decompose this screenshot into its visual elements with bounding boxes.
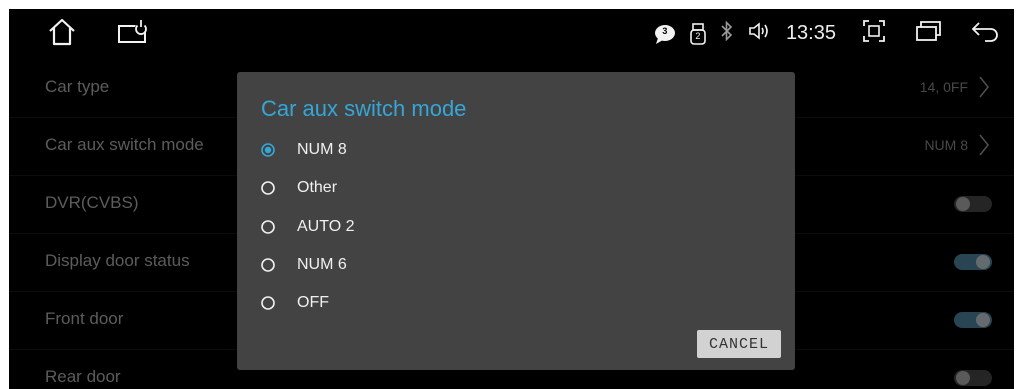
usb-icon: 2 — [690, 22, 706, 45]
volume-icon[interactable] — [748, 20, 770, 47]
option-auto-2[interactable]: AUTO 2 — [261, 212, 355, 242]
option-label: OFF — [297, 294, 329, 311]
dialog-title: Car aux switch mode — [261, 96, 467, 121]
back-icon[interactable] — [970, 19, 1000, 48]
chat-bubble-icon: 3 — [654, 23, 676, 45]
screenshot-icon[interactable] — [862, 19, 886, 48]
option-other[interactable]: Other — [261, 173, 337, 203]
car-head-unit-screen: 3 2 13:35 Car type 14, 0FF Car aux switc… — [9, 9, 1014, 389]
option-label: NUM 6 — [297, 256, 347, 273]
option-label: Other — [297, 179, 338, 196]
radio-unselected-icon — [261, 181, 275, 195]
usb-count: 2 — [695, 30, 701, 41]
bluetooth-icon — [720, 20, 734, 47]
option-label: NUM 8 — [297, 141, 347, 158]
home-icon[interactable] — [47, 18, 77, 51]
option-num-6[interactable]: NUM 6 — [261, 250, 347, 280]
notification-count: 3 — [662, 25, 668, 36]
aux-mode-dialog: Car aux switch mode NUM 8 Other AUTO 2 N… — [237, 72, 795, 370]
status-bar: 3 2 13:35 — [9, 9, 1014, 59]
option-label: AUTO 2 — [297, 218, 355, 235]
power-window-icon[interactable] — [117, 18, 151, 51]
option-off[interactable]: OFF — [261, 288, 329, 318]
radio-unselected-icon — [261, 258, 275, 272]
radio-unselected-icon — [261, 220, 275, 234]
clock: 13:35 — [785, 22, 836, 44]
radio-unselected-icon — [261, 296, 275, 310]
cancel-button[interactable]: CANCEL — [697, 330, 781, 358]
option-num-8[interactable]: NUM 8 — [261, 135, 347, 165]
radio-selected-icon — [261, 143, 275, 157]
recent-apps-icon[interactable] — [914, 19, 942, 48]
